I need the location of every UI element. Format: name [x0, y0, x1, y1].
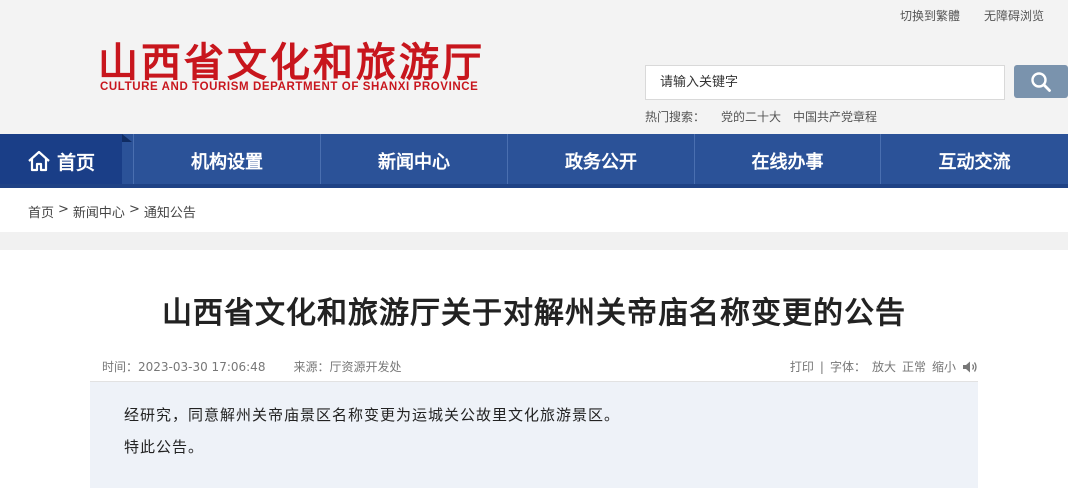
search-button[interactable] [1014, 65, 1068, 98]
traditional-chinese-link[interactable]: 切换到繁體 [900, 7, 960, 24]
accessibility-link[interactable]: 无障碍浏览 [984, 7, 1044, 24]
article-meta: 时间：2023-03-30 17:06:48 来源：厅资源开发处 打印 | 字体… [102, 358, 978, 378]
article-paragraph: 经研究，同意解州关帝庙景区名称变更为运城关公故里文化旅游景区。 [124, 406, 621, 424]
nav-home-label: 首页 [56, 151, 95, 174]
breadcrumb-notices[interactable]: 通知公告 [144, 202, 196, 221]
search-input[interactable]: 请输入关键字 [645, 65, 1005, 100]
breadcrumb: 首页 > 新闻中心 > 通知公告 [28, 202, 196, 221]
hot-search: 热门搜索： 党的二十大 中国共产党章程 [645, 108, 877, 125]
article-body: 经研究，同意解州关帝庙景区名称变更为运城关公故里文化旅游景区。 特此公告。 [90, 382, 978, 488]
nav-item-government-affairs[interactable]: 政务公开 [507, 134, 694, 188]
main-nav: 首页 机构设置 新闻中心 政务公开 在线办事 互动交流 [0, 134, 1068, 188]
publish-time: 时间：2023-03-30 17:06:48 [102, 360, 266, 374]
breadcrumb-separator: > [58, 202, 69, 217]
hot-search-label: 热门搜索： [645, 110, 706, 124]
breadcrumb-news[interactable]: 新闻中心 [73, 202, 125, 221]
search-icon [1031, 71, 1051, 92]
article: 山西省文化和旅游厅关于对解州关帝庙名称变更的公告 时间：2023-03-30 1… [0, 250, 1068, 488]
breadcrumb-home[interactable]: 首页 [28, 202, 54, 221]
nav-item-news[interactable]: 新闻中心 [320, 134, 507, 188]
hot-keyword[interactable]: 党的二十大 [721, 108, 781, 125]
site-logo-subtitle: CULTURE AND TOURISM DEPARTMENT OF SHANXI… [100, 81, 479, 93]
speaker-icon[interactable] [962, 360, 978, 374]
nav-item-organization[interactable]: 机构设置 [133, 134, 320, 188]
home-icon [28, 150, 50, 172]
site-header: 切换到繁體 无障碍浏览 山西省文化和旅游厅 CULTURE AND TOURIS… [0, 0, 1068, 134]
article-paragraph: 特此公告。 [124, 438, 205, 456]
breadcrumb-separator: > [128, 202, 140, 217]
hot-keyword[interactable]: 中国共产党章程 [793, 108, 877, 125]
font-size-label: 字体： [829, 360, 866, 374]
section-divider [0, 232, 1068, 250]
site-logo-title[interactable]: 山西省文化和旅游厅 [98, 30, 485, 88]
tools-separator: | [819, 359, 824, 374]
article-title: 山西省文化和旅游厅关于对解州关帝庙名称变更的公告 [162, 296, 906, 331]
font-normal-button[interactable]: 正常 [902, 358, 926, 375]
nav-item-online-services[interactable]: 在线办事 [694, 134, 880, 188]
font-large-button[interactable]: 放大 [872, 358, 896, 375]
nav-item-interaction[interactable]: 互动交流 [880, 134, 1068, 188]
print-button[interactable]: 打印 [790, 358, 814, 375]
font-small-button[interactable]: 缩小 [932, 358, 956, 375]
breadcrumb-bar: 首页 > 新闻中心 > 通知公告 [0, 188, 1068, 232]
nav-home[interactable]: 首页 [0, 134, 132, 188]
article-source: 来源：厅资源开发处 [293, 360, 402, 374]
top-links: 切换到繁體 无障碍浏览 [900, 7, 1044, 24]
